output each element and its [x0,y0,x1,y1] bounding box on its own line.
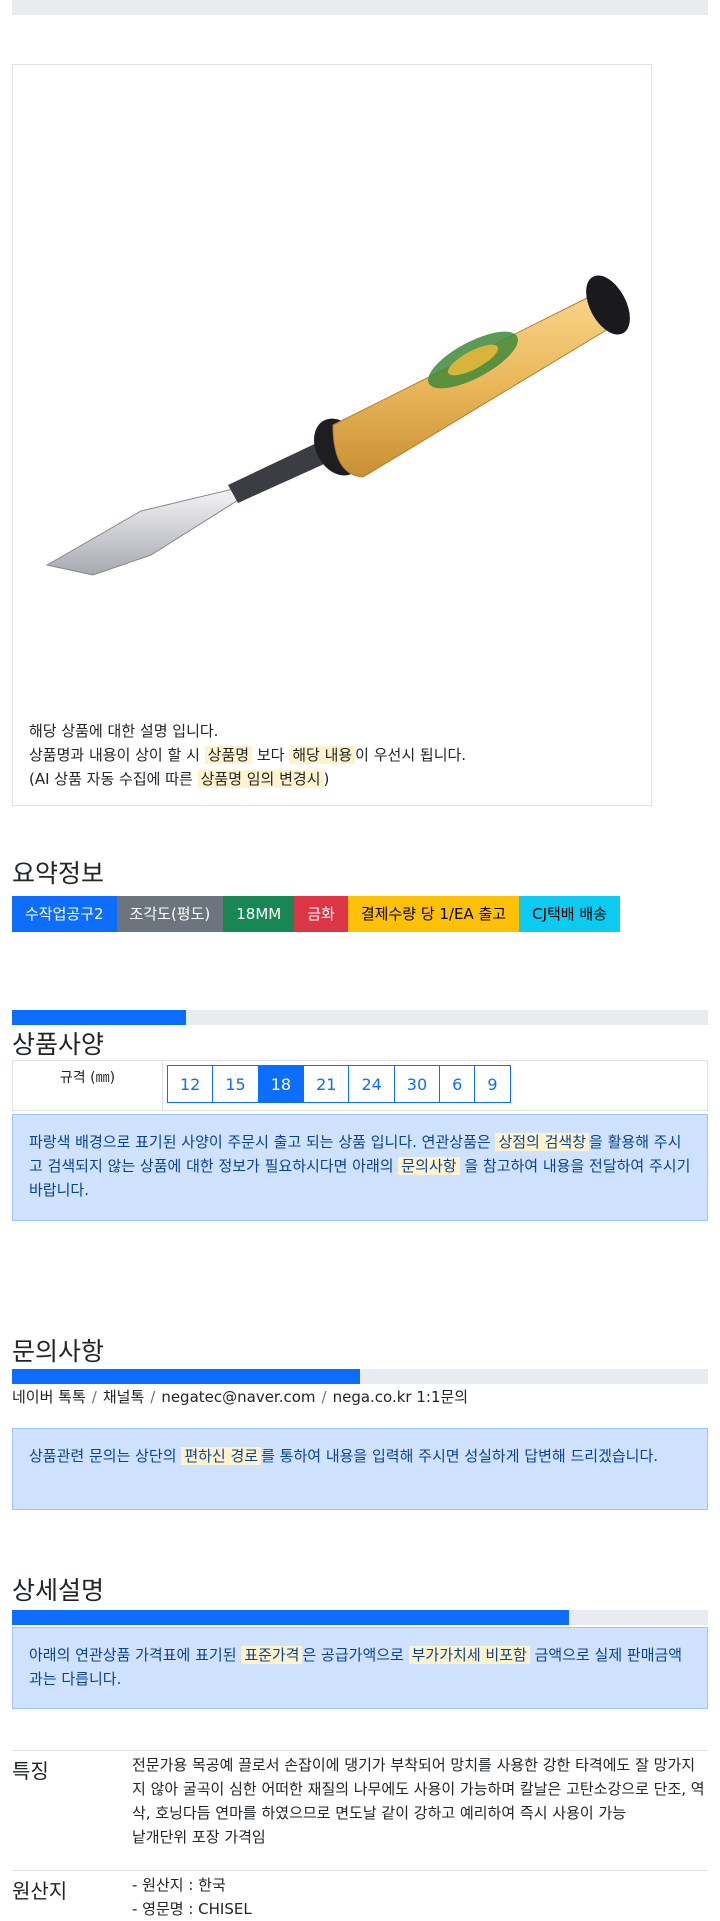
contact-channel-talk[interactable]: 채널톡 [103,1388,144,1406]
detail-progress [12,1610,708,1625]
text: ) [323,770,330,788]
feature-line: 전문가용 목공예 끌로서 손잡이에 댕기가 부착되어 망치를 사용한 강한 타격… [132,1756,705,1822]
highlight: 상품명 [204,746,253,764]
detail-notice: 아래의 연관상품 가격표에 표기된 표준가격 은 공급가액으로 부가가치세 비포함… [12,1627,708,1709]
size-option-12[interactable]: 12 [167,1065,214,1103]
size-option-15[interactable]: 15 [212,1065,259,1103]
highlight: 편하신 경로 [181,1447,262,1465]
size-option-9[interactable]: 9 [474,1065,511,1103]
highlight: 해당 내용 [289,746,356,764]
badge-quantity: 결제수량 당 1/EA 출고 [347,896,520,932]
product-description: 해당 상품에 대한 설명 입니다. 상품명과 내용이 상이 할 시 상품명 보다… [29,719,466,791]
chisel-image [45,275,630,576]
detail-title: 상세설명 [12,1576,105,1605]
inquiry-progress [12,1369,708,1384]
text: 상품관련 문의는 상단의 [29,1447,182,1465]
origin-line: - 영문명 : CHISEL [132,1900,252,1918]
feature-label: 특징 [12,1759,49,1783]
feature-row: 특징 전문가용 목공예 끌로서 손잡이에 댕기가 부착되어 망치를 사용한 강한… [12,1750,708,1869]
progress-fill [12,1010,186,1025]
feature-line: 낱개단위 포장 가격임 [132,1828,266,1846]
spec-table: 규격 (㎜) 12 15 18 21 24 30 6 9 [12,1060,708,1111]
product-image-box: 해당 상품에 대한 설명 입니다. 상품명과 내용이 상이 할 시 상품명 보다… [12,64,652,806]
origin-body: - 원산지 : 한국 - 영문명 : CHISEL [132,1873,708,1921]
text: 아래의 연관상품 가격표에 표기된 [29,1646,242,1664]
text: 상품명과 내용이 상이 할 시 [29,746,205,764]
highlight: 표준가격 [241,1646,303,1664]
separator: / [321,1388,327,1406]
inquiry-title: 문의사항 [12,1337,105,1366]
origin-label: 원산지 [12,1879,68,1903]
contact-website[interactable]: nega.co.kr 1:1문의 [333,1388,469,1406]
description-line: 해당 상품에 대한 설명 입니다. [29,722,219,740]
progress-fill [12,1369,360,1384]
text: 이 우선시 됩니다. [355,746,467,764]
badge-category: 수작업공구2 [12,896,117,932]
text: 보다 [252,746,290,764]
origin-line: - 원산지 : 한국 [132,1876,226,1894]
size-option-24[interactable]: 24 [348,1065,395,1103]
spec-progress [12,1010,708,1025]
highlight: 상점의 검색창 [495,1133,590,1151]
separator: / [91,1388,97,1406]
contact-channels: 네이버 톡톡 / 채널톡 / negatec@naver.com / nega.co.kr … [12,1386,468,1407]
highlight: 문의사항 [398,1157,460,1175]
top-progress-bar [12,0,708,15]
text: 파랑색 배경으로 표기된 사양이 주문시 출고 되는 상품 입니다. 연관상품은 [29,1133,496,1151]
badge-size: 18MM [223,896,295,932]
highlight: 상품명 임의 변경시 [197,770,324,788]
description-line: (AI 상품 자동 수집에 따른 상품명 임의 변경시) [29,767,466,791]
text: (AI 상품 자동 수집에 따른 [29,770,198,788]
spec-label: 규격 (㎜) [13,1061,163,1110]
highlight: 부가가치세 비포함 [408,1646,530,1664]
spec-options: 12 15 18 21 24 30 6 9 [167,1065,511,1103]
spec-title: 상품사양 [12,1030,105,1059]
feature-body: 전문가용 목공예 끌로서 손잡이에 댕기가 부착되어 망치를 사용한 강한 타격… [132,1753,708,1849]
contact-email[interactable]: negatec@naver.com [161,1388,315,1406]
size-option-21[interactable]: 21 [303,1065,350,1103]
text: 를 통하여 내용을 입력해 주시면 성실하게 답변해 드리겠습니다. [261,1447,659,1465]
summary-badges: 수작업공구2 조각도(평도) 18MM 금화 결제수량 당 1/EA 출고 CJ… [12,896,620,932]
text: 은 공급가액으로 [302,1646,409,1664]
contact-naver-talk[interactable]: 네이버 톡톡 [12,1388,86,1406]
badge-brand: 금화 [294,896,348,932]
badge-type: 조각도(평도) [116,896,224,932]
inquiry-notice: 상품관련 문의는 상단의 편하신 경로 를 통하여 내용을 입력해 주시면 성실하… [12,1428,708,1510]
size-option-6[interactable]: 6 [439,1065,476,1103]
separator: / [150,1388,156,1406]
description-line: 상품명과 내용이 상이 할 시 상품명 보다 해당 내용 이 우선시 됩니다. [29,743,466,767]
origin-row: 원산지 - 원산지 : 한국 - 영문명 : CHISEL [12,1870,708,1918]
progress-fill [12,1610,569,1625]
badge-shipping: CJ택배 배송 [519,896,620,932]
spec-notice: 파랑색 배경으로 표기된 사양이 주문시 출고 되는 상품 입니다. 연관상품은… [12,1114,708,1221]
summary-title: 요약정보 [12,859,105,888]
size-option-30[interactable]: 30 [393,1065,441,1103]
size-option-18[interactable]: 18 [257,1065,305,1103]
